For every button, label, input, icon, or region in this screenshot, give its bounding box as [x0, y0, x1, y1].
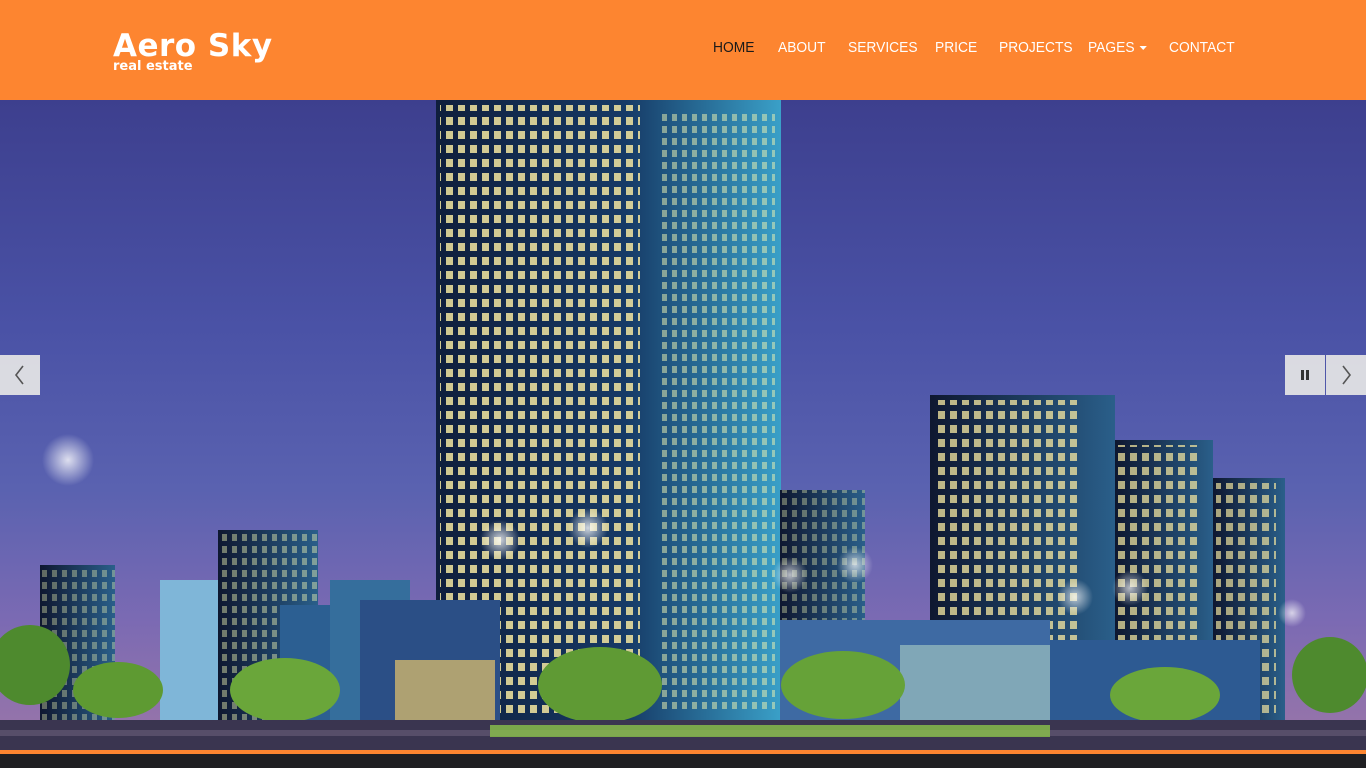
nav-pages-dropdown[interactable]: PAGES: [1088, 38, 1147, 58]
city-skyline-image: [0, 100, 1366, 750]
hero-slider: [0, 100, 1366, 750]
nav-about[interactable]: ABOUT: [778, 38, 826, 58]
slider-prev-button[interactable]: [0, 355, 40, 395]
nav-contact[interactable]: CONTACT: [1169, 38, 1235, 58]
main-nav: HOME ABOUT SERVICES PRICE PROJECTS PAGES…: [0, 38, 1366, 58]
section-below: [0, 754, 1366, 768]
pause-icon: [1301, 370, 1309, 380]
site-header: Aero Sky real estate HOME ABOUT SERVICES…: [0, 0, 1366, 100]
caret-down-icon: [1139, 46, 1147, 51]
nav-home[interactable]: HOME: [713, 38, 754, 58]
chevron-left-icon: [14, 365, 24, 385]
nav-pages-label: PAGES: [1088, 39, 1135, 56]
slider-pause-button[interactable]: [1285, 355, 1325, 395]
chevron-right-icon: [1342, 365, 1352, 385]
nav-projects[interactable]: PROJECTS: [999, 38, 1073, 58]
slider-next-button[interactable]: [1326, 355, 1366, 395]
nav-services[interactable]: SERVICES: [848, 38, 918, 58]
nav-price[interactable]: PRICE: [935, 38, 977, 58]
